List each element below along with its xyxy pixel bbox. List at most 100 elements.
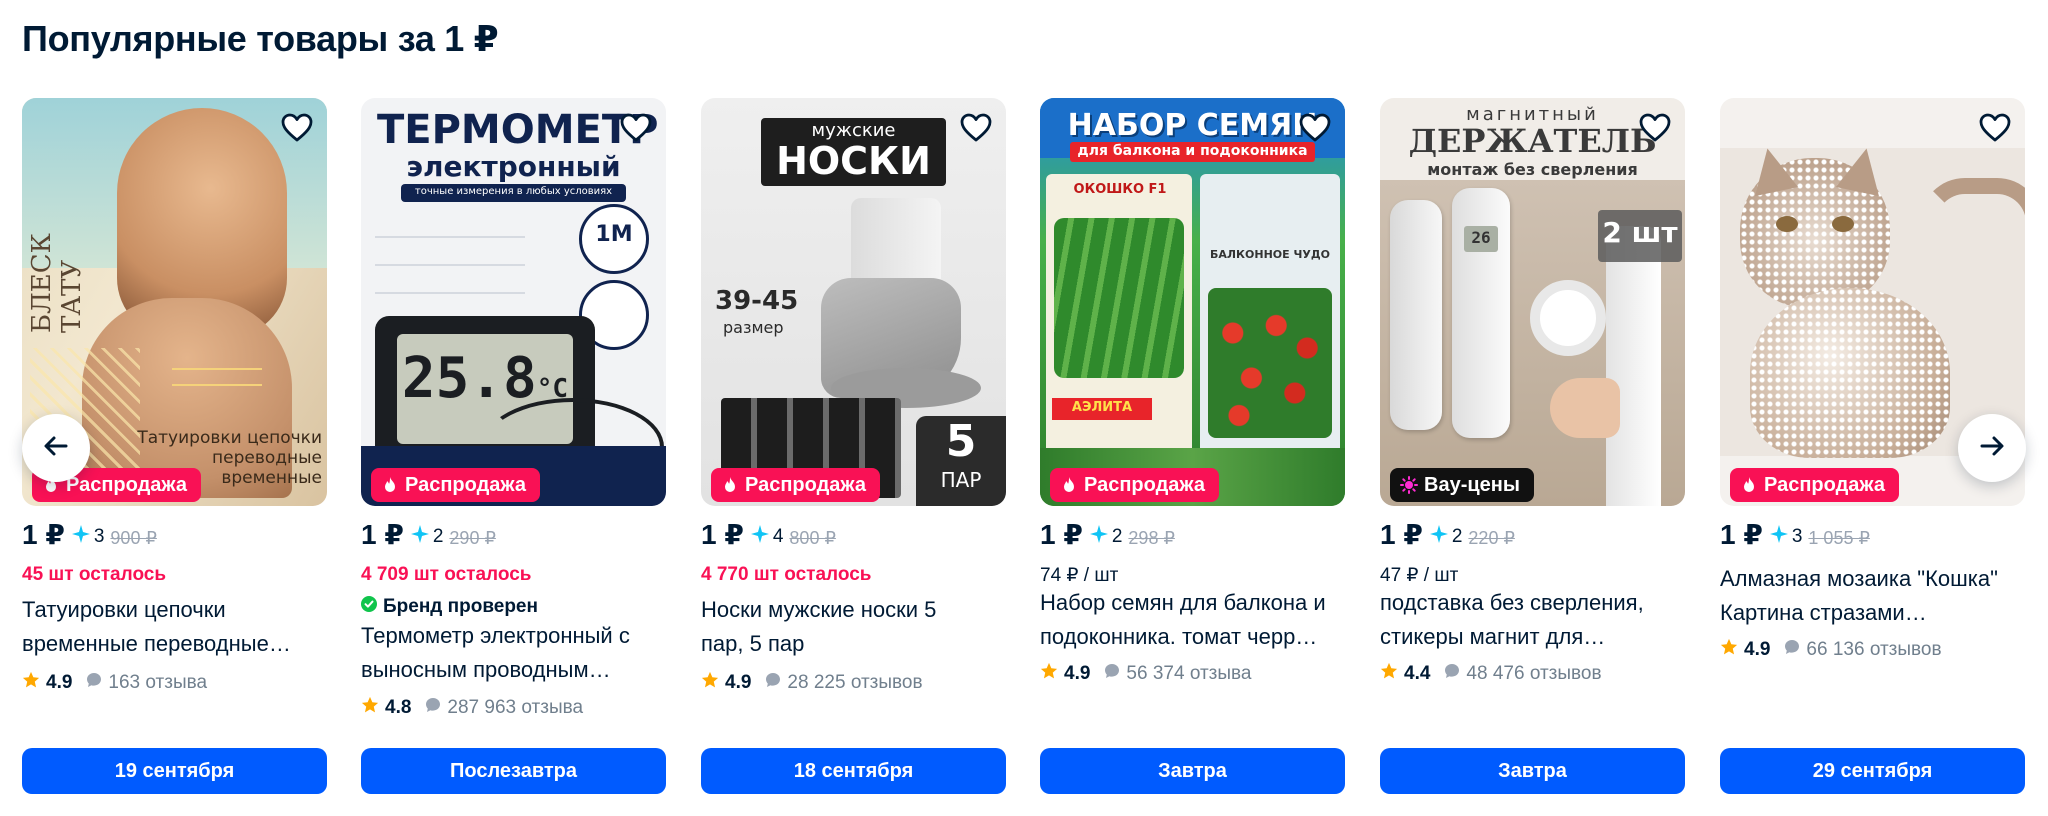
delivery-date-button[interactable]: Завтра [1380, 748, 1685, 794]
title-line: подоконника. томат черр… [1040, 624, 1318, 649]
bonus-value: 3 [93, 526, 105, 547]
product-title[interactable]: Набор семян для балкона и подоконника. т… [1040, 586, 1345, 654]
product-card[interactable]: магнитный ДЕРЖАТЕЛЬ монтаж без сверления… [1380, 98, 1685, 798]
comment-icon [1784, 639, 1800, 661]
image-text: ОКОШКО F1 [1073, 182, 1167, 197]
image-text: 39-45 [715, 286, 799, 316]
image-text: 5 [945, 416, 977, 467]
arrow-right-icon [1978, 432, 2006, 465]
fire-icon [1060, 476, 1078, 494]
product-image[interactable]: ТЕРМОМЕТР электронный точные измерения в… [361, 98, 666, 506]
old-price: 800 ₽ [789, 528, 836, 548]
fire-icon [381, 476, 399, 494]
image-caption: Татуировки цепочки [137, 428, 322, 448]
title-line: Алмазная мозаика "Кошка" [1720, 566, 1998, 591]
bonus-points: 2 [410, 524, 444, 550]
reviews-count[interactable]: 287 963 отзыва [447, 697, 583, 719]
badge-label: Вау-цены [1424, 473, 1520, 496]
bonus-points: 3 [1769, 524, 1802, 550]
rating-row: 4.9 28 225 отзывов [701, 671, 923, 695]
fire-icon [721, 476, 739, 494]
product-image[interactable]: НАБОР СЕМЯН для балкона и подоконника ОК… [1040, 98, 1345, 506]
delivery-date-button[interactable]: 19 сентября [22, 748, 327, 794]
product-image[interactable]: мужские НОСКИ 39-45 размер 5 ПАР Распрод… [701, 98, 1006, 506]
image-text: БАЛКОННОЕ ЧУДО [1209, 248, 1330, 261]
current-price: 1 ₽ [1040, 519, 1083, 550]
title-line: выносным проводным… [361, 657, 611, 682]
delivery-date-button[interactable]: 29 сентября [1720, 748, 2025, 794]
current-price: 1 ₽ [361, 519, 404, 550]
sale-badge: Распродажа [711, 468, 880, 502]
bonus-diamond-icon [410, 524, 430, 550]
unit-price: 74 ₽ / шт [1040, 565, 1119, 586]
carousel-prev-button[interactable] [22, 414, 90, 482]
product-title[interactable]: подставка без сверления, стикеры магнит … [1380, 586, 1685, 654]
price-row: 1 ₽ 2 220 ₽ [1380, 518, 1515, 551]
bonus-points: 2 [1089, 524, 1123, 550]
bonus-value: 4 [772, 526, 784, 547]
image-title: ТЕРМОМЕТР [377, 107, 659, 153]
comment-icon [1104, 663, 1120, 685]
image-text: монтаж без сверления [1427, 160, 1638, 179]
delivery-date-button[interactable]: Послезавтра [361, 748, 666, 794]
bonus-value: 2 [1111, 526, 1123, 547]
favorite-heart-icon[interactable] [958, 110, 994, 146]
star-icon [1040, 662, 1058, 686]
product-card[interactable]: мужские НОСКИ 39-45 размер 5 ПАР Распрод… [701, 98, 1006, 798]
reviews-count[interactable]: 56 374 отзыва [1126, 663, 1251, 685]
old-price: 298 ₽ [1128, 528, 1175, 548]
rating-value: 4.9 [46, 672, 73, 693]
product-title[interactable]: Алмазная мозаика "Кошка" Картина стразам… [1720, 562, 2025, 630]
image-text: точные измерения в любых условиях [414, 186, 613, 197]
image-subtitle: электронный [406, 150, 621, 183]
title-line: стикеры магнит для… [1380, 624, 1606, 649]
title-line: пар, 5 пар [701, 631, 805, 656]
product-image[interactable]: магнитный ДЕРЖАТЕЛЬ монтаж без сверления… [1380, 98, 1685, 506]
bonus-diamond-icon [71, 524, 91, 550]
delivery-date-button[interactable]: Завтра [1040, 748, 1345, 794]
display-reading: 26 [1471, 228, 1491, 247]
old-price: 220 ₽ [1468, 528, 1515, 548]
favorite-heart-icon[interactable] [618, 110, 654, 146]
current-price: 1 ₽ [1380, 519, 1423, 550]
title-line: подставка без сверления, [1380, 590, 1644, 615]
price-row: 1 ₽ 2 298 ₽ [1040, 518, 1175, 551]
comment-icon [1444, 663, 1460, 685]
product-title[interactable]: Термометр электронный с выносным проводн… [361, 619, 666, 687]
favorite-heart-icon[interactable] [1977, 110, 2013, 146]
badge-label: Распродажа [66, 473, 187, 496]
title-line: Набор семян для балкона и [1040, 590, 1326, 615]
product-title[interactable]: Носки мужские носки 5 пар, 5 пар [701, 593, 1006, 661]
comment-icon [765, 672, 781, 694]
carousel-next-button[interactable] [1958, 414, 2026, 482]
badge-label: Распродажа [1764, 473, 1885, 496]
check-circle-icon [361, 596, 377, 618]
title-line: Татуировки цепочки [22, 597, 226, 622]
favorite-heart-icon[interactable] [1637, 110, 1673, 146]
price-row: 1 ₽ 4 800 ₽ [701, 518, 836, 551]
stock-left: 4 709 шт осталось [361, 564, 532, 585]
reviews-count[interactable]: 28 225 отзывов [787, 672, 922, 694]
image-text: 2 шт [1602, 216, 1678, 249]
brand-label: Бренд проверен [383, 596, 538, 617]
favorite-heart-icon[interactable] [1297, 110, 1333, 146]
comment-icon [86, 672, 102, 694]
arrow-left-icon [42, 432, 70, 465]
image-title: НОСКИ [776, 139, 931, 183]
reviews-count[interactable]: 48 476 отзывов [1466, 663, 1601, 685]
bonus-value: 2 [432, 526, 444, 547]
reviews-count[interactable]: 163 отзыва [108, 672, 207, 694]
product-title[interactable]: Татуировки цепочки временные переводные… [22, 593, 327, 661]
rating-value: 4.9 [1064, 663, 1091, 684]
rating-row: 4.4 48 476 отзывов [1380, 662, 1602, 686]
section-title: Популярные товары за 1 ₽ [22, 18, 499, 59]
product-card[interactable]: ТЕРМОМЕТР электронный точные измерения в… [361, 98, 666, 798]
product-card[interactable]: НАБОР СЕМЯН для балкона и подоконника ОК… [1040, 98, 1345, 798]
old-price: 290 ₽ [449, 528, 496, 548]
bonus-diamond-icon [1429, 524, 1449, 550]
stock-left: 4 770 шт осталось [701, 564, 872, 585]
delivery-date-button[interactable]: 18 сентября [701, 748, 1006, 794]
price-row: 1 ₽ 2 290 ₽ [361, 518, 496, 551]
reviews-count[interactable]: 66 136 отзывов [1806, 639, 1941, 661]
favorite-heart-icon[interactable] [279, 110, 315, 146]
